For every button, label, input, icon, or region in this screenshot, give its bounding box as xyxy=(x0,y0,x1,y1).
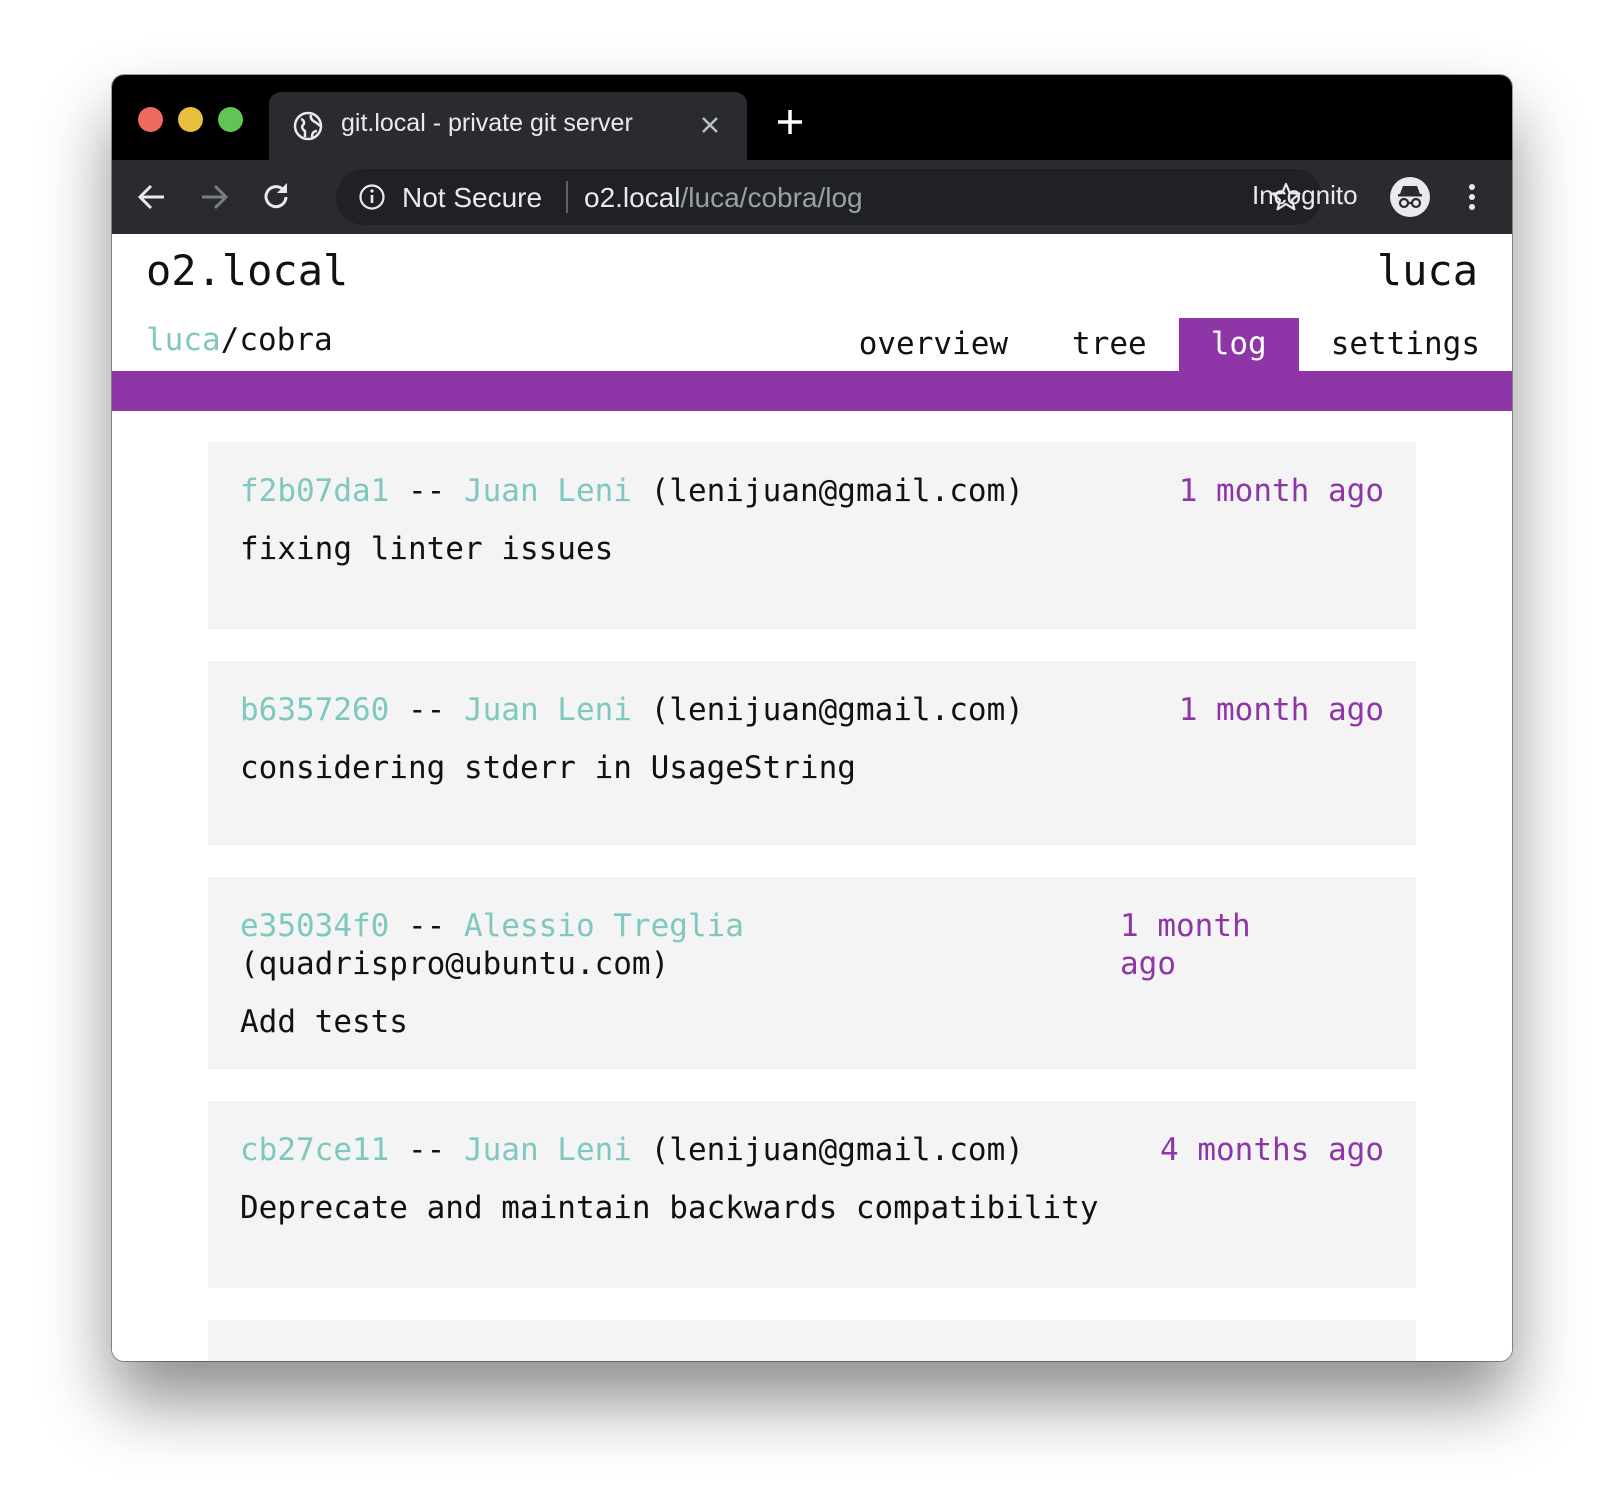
commit-separator: -- xyxy=(407,908,446,944)
reload-icon[interactable] xyxy=(258,179,294,215)
url-path: /luca/cobra/log xyxy=(680,182,863,213)
commit-author-link[interactable]: Juan Leni xyxy=(464,692,632,728)
tab-title: git.local - private git server xyxy=(341,109,633,137)
forward-arrow-icon[interactable] xyxy=(196,179,232,215)
globe-icon xyxy=(293,111,323,141)
incognito-label: Incognito xyxy=(1252,180,1358,210)
back-arrow-icon[interactable] xyxy=(134,179,170,215)
commit-hash-link[interactable]: b6357260 xyxy=(240,692,389,728)
commit-author-link[interactable]: Juan Leni xyxy=(464,473,632,509)
commit-author-link[interactable]: Alessio Treglia xyxy=(464,908,744,944)
commit-header: f2b07da1 -- Juan Leni (lenijuan@gmail.co… xyxy=(240,472,1384,510)
commit-email: (lenijuan@gmail.com) xyxy=(650,473,1024,509)
maximize-window-button[interactable] xyxy=(218,107,243,132)
tab-strip: git.local - private git server xyxy=(112,75,1512,160)
tab-tree[interactable]: tree xyxy=(1040,318,1179,371)
repo-nav: overview tree log settings xyxy=(827,318,1512,371)
commit-time: 4 months ago xyxy=(1160,1132,1384,1168)
commit-separator: -- xyxy=(407,1132,446,1168)
accent-bar xyxy=(112,371,1512,411)
commit-header: cb27ce11 -- Juan Leni (lenijuan@gmail.co… xyxy=(240,1131,1384,1169)
commit-time: 1 month ago xyxy=(1178,473,1384,509)
browser-tab[interactable]: git.local - private git server xyxy=(269,92,747,160)
breadcrumb-repo: cobra xyxy=(239,322,333,358)
commit-hash-link[interactable]: e35034f0 xyxy=(240,908,389,944)
kebab-menu-icon[interactable] xyxy=(1454,179,1490,215)
commit-time: 1 month ago xyxy=(1178,692,1384,728)
commit-separator: -- xyxy=(407,473,446,509)
url-host: o2.local xyxy=(584,182,681,213)
security-label: Not Secure xyxy=(402,182,543,213)
commit-message: Add tests xyxy=(240,1004,408,1040)
commit-card: b6357260 -- Juan Leni (lenijuan@gmail.co… xyxy=(208,661,1416,845)
commit-card: e35034f0 -- Alessio Treglia (quadrispro@… xyxy=(208,877,1416,1069)
browser-toolbar: Not Secure o2.local/luca/cobra/log Incog… xyxy=(112,160,1512,234)
info-icon[interactable] xyxy=(358,183,386,211)
tab-settings[interactable]: settings xyxy=(1299,318,1512,371)
tab-log[interactable]: log xyxy=(1178,318,1299,371)
breadcrumb-owner-link[interactable]: luca xyxy=(146,322,221,358)
site-title[interactable]: o2.local xyxy=(146,246,348,295)
address-separator xyxy=(566,181,568,213)
new-tab-icon[interactable] xyxy=(775,107,805,137)
commit-header: e35034f0 -- Alessio Treglia (quadrispro@… xyxy=(240,907,1384,983)
breadcrumb: luca/cobra xyxy=(146,322,333,358)
commit-time: 1 month ago xyxy=(1120,908,1251,982)
minimize-window-button[interactable] xyxy=(178,107,203,132)
commit-hash-link[interactable]: f2b07da1 xyxy=(240,473,389,509)
close-window-button[interactable] xyxy=(138,107,163,132)
tab-overview[interactable]: overview xyxy=(827,318,1040,371)
address-bar[interactable]: Not Secure o2.local/luca/cobra/log xyxy=(336,169,1322,225)
commit-author-link[interactable]: Juan Leni xyxy=(464,1132,632,1168)
commit-email: (quadrispro@ubuntu.com) xyxy=(240,946,670,982)
commit-message: considering stderr in UsageString xyxy=(240,750,856,786)
commit-email: (lenijuan@gmail.com) xyxy=(650,692,1024,728)
commit-card: f2b07da1 -- Juan Leni (lenijuan@gmail.co… xyxy=(208,442,1416,629)
commit-separator: -- xyxy=(407,692,446,728)
page-content: o2.local luca luca/cobra overview tree l… xyxy=(112,234,1512,1361)
breadcrumb-separator: / xyxy=(220,322,240,358)
commit-hash-link[interactable]: cb27ce11 xyxy=(240,1132,389,1168)
commit-email: (lenijuan@gmail.com) xyxy=(650,1132,1024,1168)
commit-list: f2b07da1 -- Juan Leni (lenijuan@gmail.co… xyxy=(208,442,1416,1361)
url-text[interactable]: o2.local/luca/cobra/log xyxy=(584,182,863,214)
commit-message: fixing linter issues xyxy=(240,531,614,567)
incognito-icon[interactable] xyxy=(1389,176,1431,218)
commit-header: b6357260 -- Juan Leni (lenijuan@gmail.co… xyxy=(240,691,1384,729)
commit-message: Deprecate and maintain backwards compati… xyxy=(240,1190,1099,1226)
commit-card: cb27ce11 -- Juan Leni (lenijuan@gmail.co… xyxy=(208,1101,1416,1288)
browser-window: git.local - private git server Not Secur… xyxy=(112,75,1512,1361)
close-tab-icon[interactable] xyxy=(695,110,725,140)
commit-card-partial xyxy=(208,1320,1416,1361)
user-menu[interactable]: luca xyxy=(1377,246,1478,295)
